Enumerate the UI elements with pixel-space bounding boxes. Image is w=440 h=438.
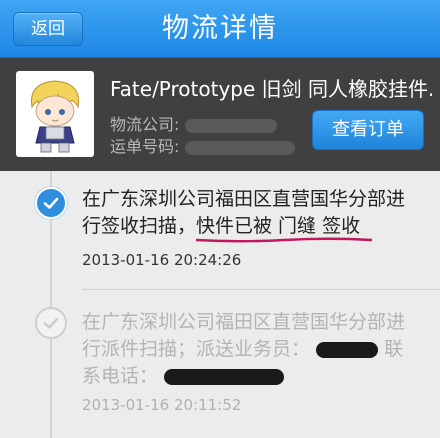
navigation-bar: 物流详情 返回: [0, 0, 440, 58]
redacted-phone-number: [164, 368, 285, 385]
view-order-button[interactable]: 查看订单: [312, 110, 424, 150]
product-thumbnail[interactable]: [16, 71, 94, 157]
event-timestamp: 2013-01-16 20:24:26: [82, 251, 242, 269]
redacted-courier-name: [316, 341, 379, 358]
order-summary-panel: Fate/Prototype 旧剑 同人橡胶挂件... 物流公司: 运单号码: …: [0, 58, 440, 171]
event-timestamp: 2013-01-16 20:11:52: [82, 396, 242, 414]
carrier-row: 物流公司:: [110, 115, 277, 135]
event-description: 在广东深圳公司福田区直营国华分部进 行派件扫描；派送业务员： 联 系电话：: [82, 311, 406, 387]
event-divider: [82, 289, 440, 290]
redacted-carrier: [184, 118, 277, 133]
tracking-timeline: 在广东深圳公司福田区直营国华分部进 行签收扫描，快件已被 门缝 签收 2013-…: [0, 171, 440, 438]
product-name[interactable]: Fate/Prototype 旧剑 同人橡胶挂件...: [110, 76, 432, 102]
highlight-underline: [196, 237, 372, 243]
redacted-tracking-number: [184, 140, 295, 155]
back-button[interactable]: 返回: [13, 12, 83, 46]
checkmark-icon: [35, 307, 67, 339]
tracking-row: 运单号码:: [110, 137, 295, 157]
checkmark-icon: [35, 187, 67, 219]
event-description: 在广东深圳公司福田区直营国华分部进 行签收扫描，快件已被 门缝 签收: [82, 188, 406, 237]
tracking-label: 运单号码:: [110, 137, 180, 156]
carrier-label: 物流公司:: [110, 115, 180, 134]
